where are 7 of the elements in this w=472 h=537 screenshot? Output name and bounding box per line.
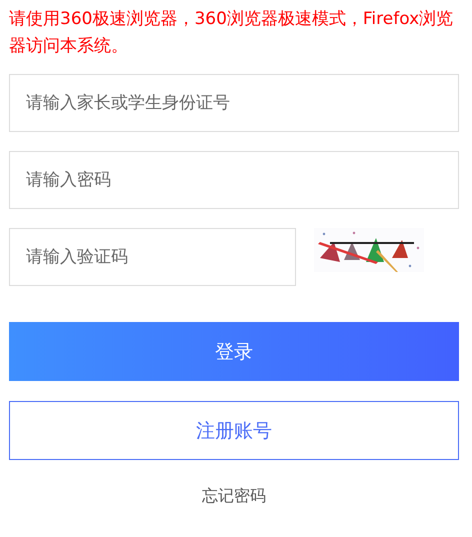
browser-notice: 请使用360极速浏览器，360浏览器极速模式，Firefox浏览器访问本系统。: [9, 8, 454, 58]
captcha-field[interactable]: 请输入验证码: [9, 228, 296, 286]
password-field[interactable]: 请输入密码: [9, 151, 459, 209]
login-button[interactable]: 登录: [9, 322, 459, 381]
register-button[interactable]: 注册账号: [9, 401, 459, 460]
id-number-field[interactable]: 请输入家长或学生身份证号: [9, 74, 459, 132]
forgot-password-link[interactable]: 忘记密码: [202, 486, 266, 507]
